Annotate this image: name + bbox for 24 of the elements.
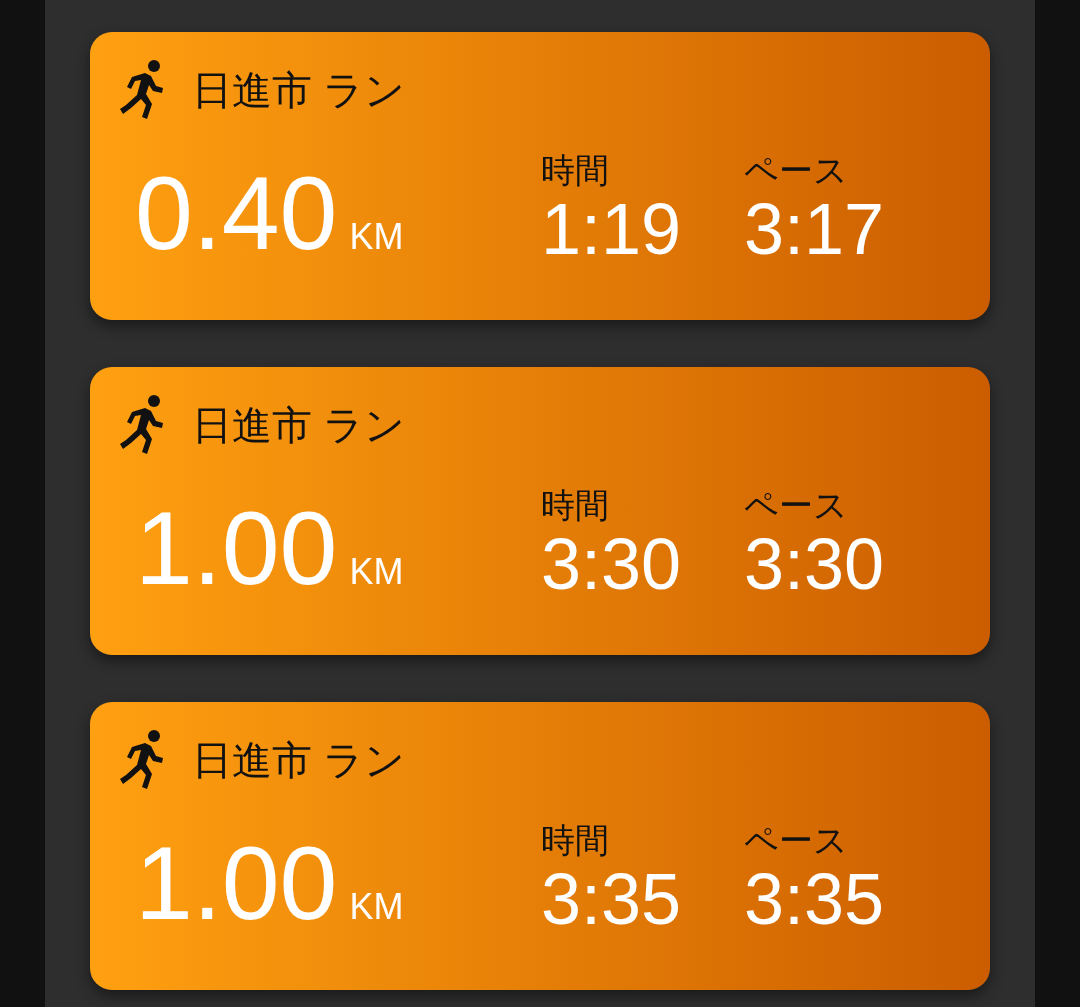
time-value: 3:35 <box>541 863 683 936</box>
pace-label: ペース <box>744 152 849 190</box>
activity-title: 日進市 ラン <box>192 736 406 784</box>
activity-card[interactable]: 日進市 ラン 1.00 KM 時間 3:30 ペース 3:30 <box>90 367 990 655</box>
time-value: 3:30 <box>541 528 683 601</box>
distance-value: 0.40 <box>135 161 338 266</box>
pace-value: 3:17 <box>744 193 886 266</box>
pace-label: ペース <box>744 822 849 860</box>
activity-title: 日進市 ラン <box>192 401 406 449</box>
time-label: 時間 <box>541 487 610 525</box>
pace-value: 3:35 <box>744 863 886 936</box>
activity-card[interactable]: 日進市 ラン 0.40 KM 時間 1:19 ペース 3:17 <box>90 32 990 320</box>
time-label: 時間 <box>541 822 610 860</box>
activity-title: 日進市 ラン <box>192 66 406 114</box>
activity-card[interactable]: 日進市 ラン 1.00 KM 時間 3:35 ペース 3:35 <box>90 702 990 990</box>
pace-label: ペース <box>744 487 849 525</box>
distance-unit: KM <box>349 216 404 259</box>
pace-value: 3:30 <box>744 528 886 601</box>
distance-value: 1.00 <box>135 831 338 936</box>
time-value: 1:19 <box>541 193 683 266</box>
distance-unit: KM <box>349 551 404 594</box>
distance-value: 1.00 <box>135 496 338 601</box>
distance-unit: KM <box>349 886 404 929</box>
time-label: 時間 <box>541 152 610 190</box>
